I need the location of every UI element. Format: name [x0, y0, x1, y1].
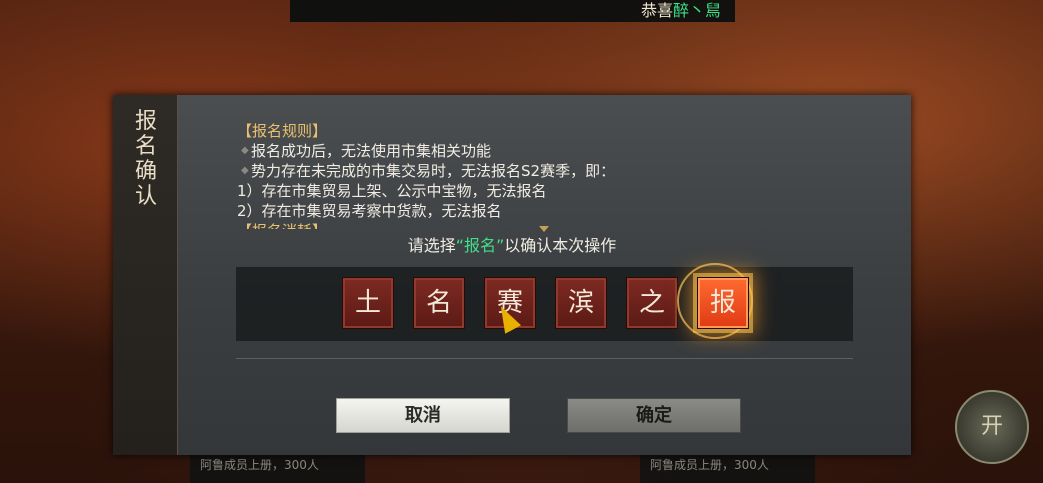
- confirm-button[interactable]: 确定: [567, 398, 741, 433]
- prompt-before: 请选择: [407, 236, 456, 255]
- background-strip-text: 阿鲁成员上册，300人: [650, 458, 769, 472]
- prompt-highlight: “报名”: [455, 236, 505, 255]
- bullet-dot-icon: ◆: [241, 165, 249, 176]
- rule-bullet-text: 报名成功后，无法使用市集相关功能: [251, 142, 492, 160]
- background-strip-text: 阿鲁成员上册，300人: [200, 458, 319, 472]
- rule-item: 2）存在市集贸易考察中货款，无法报名: [237, 202, 502, 220]
- rule-bullet: ◆ 势力存在未完成的市集交易时，无法报名S2赛季，即：: [237, 161, 817, 181]
- rules-heading: 【报名规则】: [237, 122, 328, 140]
- corner-action-button[interactable]: 开: [955, 390, 1029, 464]
- scroll-down-arrow-icon[interactable]: [539, 226, 549, 232]
- corner-action-label: 开: [980, 414, 1003, 439]
- banner-prefix: 恭喜: [640, 1, 673, 20]
- dialog-side-panel: 报名确认: [113, 95, 178, 455]
- banner-player-name: 醉丶舃: [672, 1, 721, 20]
- character-button[interactable]: 土: [342, 277, 394, 329]
- character-button[interactable]: 滨: [555, 277, 607, 329]
- bullet-dot-icon: ◆: [241, 145, 249, 156]
- rule-bullet: ◆ 报名成功后，无法使用市集相关功能: [237, 141, 817, 161]
- dialog-divider: [236, 358, 853, 359]
- dialog-title: 报名确认: [134, 109, 157, 209]
- cancel-button[interactable]: 取消: [336, 398, 510, 433]
- character-button-selected[interactable]: 报: [697, 277, 749, 329]
- rule-bullet-text: 势力存在未完成的市集交易时，无法报名S2赛季，即：: [251, 162, 616, 180]
- announcement-banner: 恭喜醉丶舃: [290, 0, 735, 22]
- rule-item: 1）存在市集贸易上架、公示中宝物，无法报名: [237, 182, 547, 200]
- registration-confirm-dialog: 报名确认 【报名规则】 ◆ 报名成功后，无法使用市集相关功能 ◆ 势力存在未完成的市…: [113, 95, 911, 455]
- rules-text-area[interactable]: 【报名规则】 ◆ 报名成功后，无法使用市集相关功能 ◆ 势力存在未完成的市集交易时，…: [237, 121, 817, 231]
- confirm-prompt: 请选择“报名”以确认本次操作: [113, 235, 911, 257]
- prompt-after: 以确认本次操作: [504, 236, 617, 255]
- character-selector: 土 名 赛 滨 之 报: [236, 263, 853, 341]
- character-button[interactable]: 名: [413, 277, 465, 329]
- rules-heading-partial: 【报名消耗】: [237, 221, 817, 229]
- character-button[interactable]: 之: [626, 277, 678, 329]
